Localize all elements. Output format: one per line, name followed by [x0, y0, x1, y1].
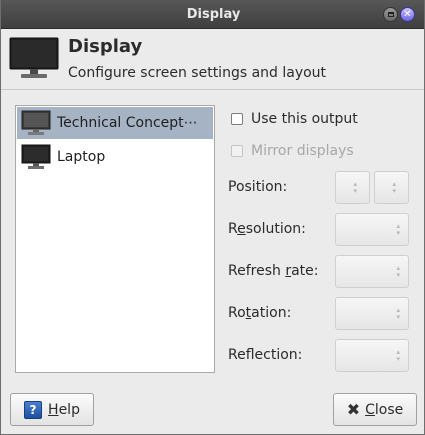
help-button-label: Help [48, 402, 80, 418]
resolution-label-post: solution: [245, 221, 306, 237]
refresh-label-post: ate: [291, 263, 319, 279]
close-label-accel: C [365, 401, 375, 418]
reflection-combo[interactable]: ▴ ▾ [335, 339, 409, 372]
monitor-icon [21, 110, 51, 135]
mirror-displays-label: Mirror displays [251, 143, 354, 159]
reflection-label-post: ection: [254, 347, 303, 363]
combo-arrows-icon: ▴ ▾ [396, 221, 400, 237]
maximize-icon [387, 12, 394, 17]
monitor-icon [21, 144, 51, 169]
close-button[interactable]: ✖ Close [333, 393, 417, 426]
refresh-label-pre: Refresh [228, 263, 286, 279]
monitor-icon [9, 37, 59, 78]
list-item-laptop[interactable]: Laptop [16, 140, 214, 174]
resolution-label-pre: R [228, 221, 238, 237]
header-subtitle: Configure screen settings and layout [68, 65, 327, 81]
list-item-technical-concept[interactable]: Technical Concept⋯ [17, 107, 213, 139]
resolution-combo[interactable]: ▴ ▾ [335, 213, 409, 246]
combo-arrows-icon: ▴ ▾ [396, 305, 400, 321]
output-list[interactable]: Technical Concept⋯ Laptop [15, 105, 215, 373]
help-label-rest: elp [58, 401, 80, 418]
close-button-label: Close [365, 402, 403, 418]
refresh-rate-combo[interactable]: ▴ ▾ [335, 255, 409, 288]
list-item-label: Laptop [57, 149, 106, 165]
list-item-label: Technical Concept⋯ [57, 115, 198, 131]
reflection-label-pre: Ref [228, 347, 255, 363]
dialog-header: Display Configure screen settings and la… [1, 29, 424, 90]
position-label: Position: [228, 179, 287, 195]
help-button[interactable]: ? Help [10, 393, 94, 426]
help-icon: ? [24, 400, 43, 419]
position-y-spinner[interactable]: ▴ ▾ [374, 171, 409, 204]
position-x-spinner[interactable]: ▴ ▾ [335, 171, 370, 204]
help-label-accel: H [48, 401, 59, 418]
header-title: Display [68, 36, 143, 57]
window-close-button[interactable]: ✕ [400, 7, 415, 22]
title-bar[interactable]: Display ✕ [1, 0, 424, 29]
position-label-text: Position: [228, 179, 288, 195]
combo-arrows-icon: ▴ ▾ [396, 263, 400, 279]
rotation-label: Rotation: [228, 305, 291, 321]
close-icon: ✖ [346, 399, 361, 419]
use-output-checkbox[interactable] [231, 113, 243, 125]
maximize-button[interactable] [383, 7, 398, 22]
rotation-label-post: ation: [251, 305, 292, 321]
combo-arrows-icon: ▴ ▾ [396, 347, 400, 363]
spinner-arrows-icon: ▴ ▾ [353, 179, 357, 195]
resolution-label-accel: e [237, 221, 246, 237]
window-title: Display [186, 7, 241, 22]
reflection-label: Reflection: [228, 347, 302, 363]
use-output-row[interactable]: Use this output [231, 111, 358, 127]
resolution-label: Resolution: [228, 221, 306, 237]
close-label-rest: lose [374, 401, 404, 418]
spinner-arrows-icon: ▴ ▾ [392, 179, 396, 195]
refresh-rate-label: Refresh rate: [228, 263, 319, 279]
use-output-label: Use this output [251, 111, 358, 127]
mirror-displays-checkbox [231, 145, 243, 157]
close-x-icon: ✕ [403, 8, 412, 20]
display-dialog: Display ✕ Display Configure screen setti… [0, 0, 425, 435]
rotation-combo[interactable]: ▴ ▾ [335, 297, 409, 330]
mirror-displays-row: Mirror displays [231, 143, 354, 159]
rotation-label-pre: Ro [228, 305, 246, 321]
